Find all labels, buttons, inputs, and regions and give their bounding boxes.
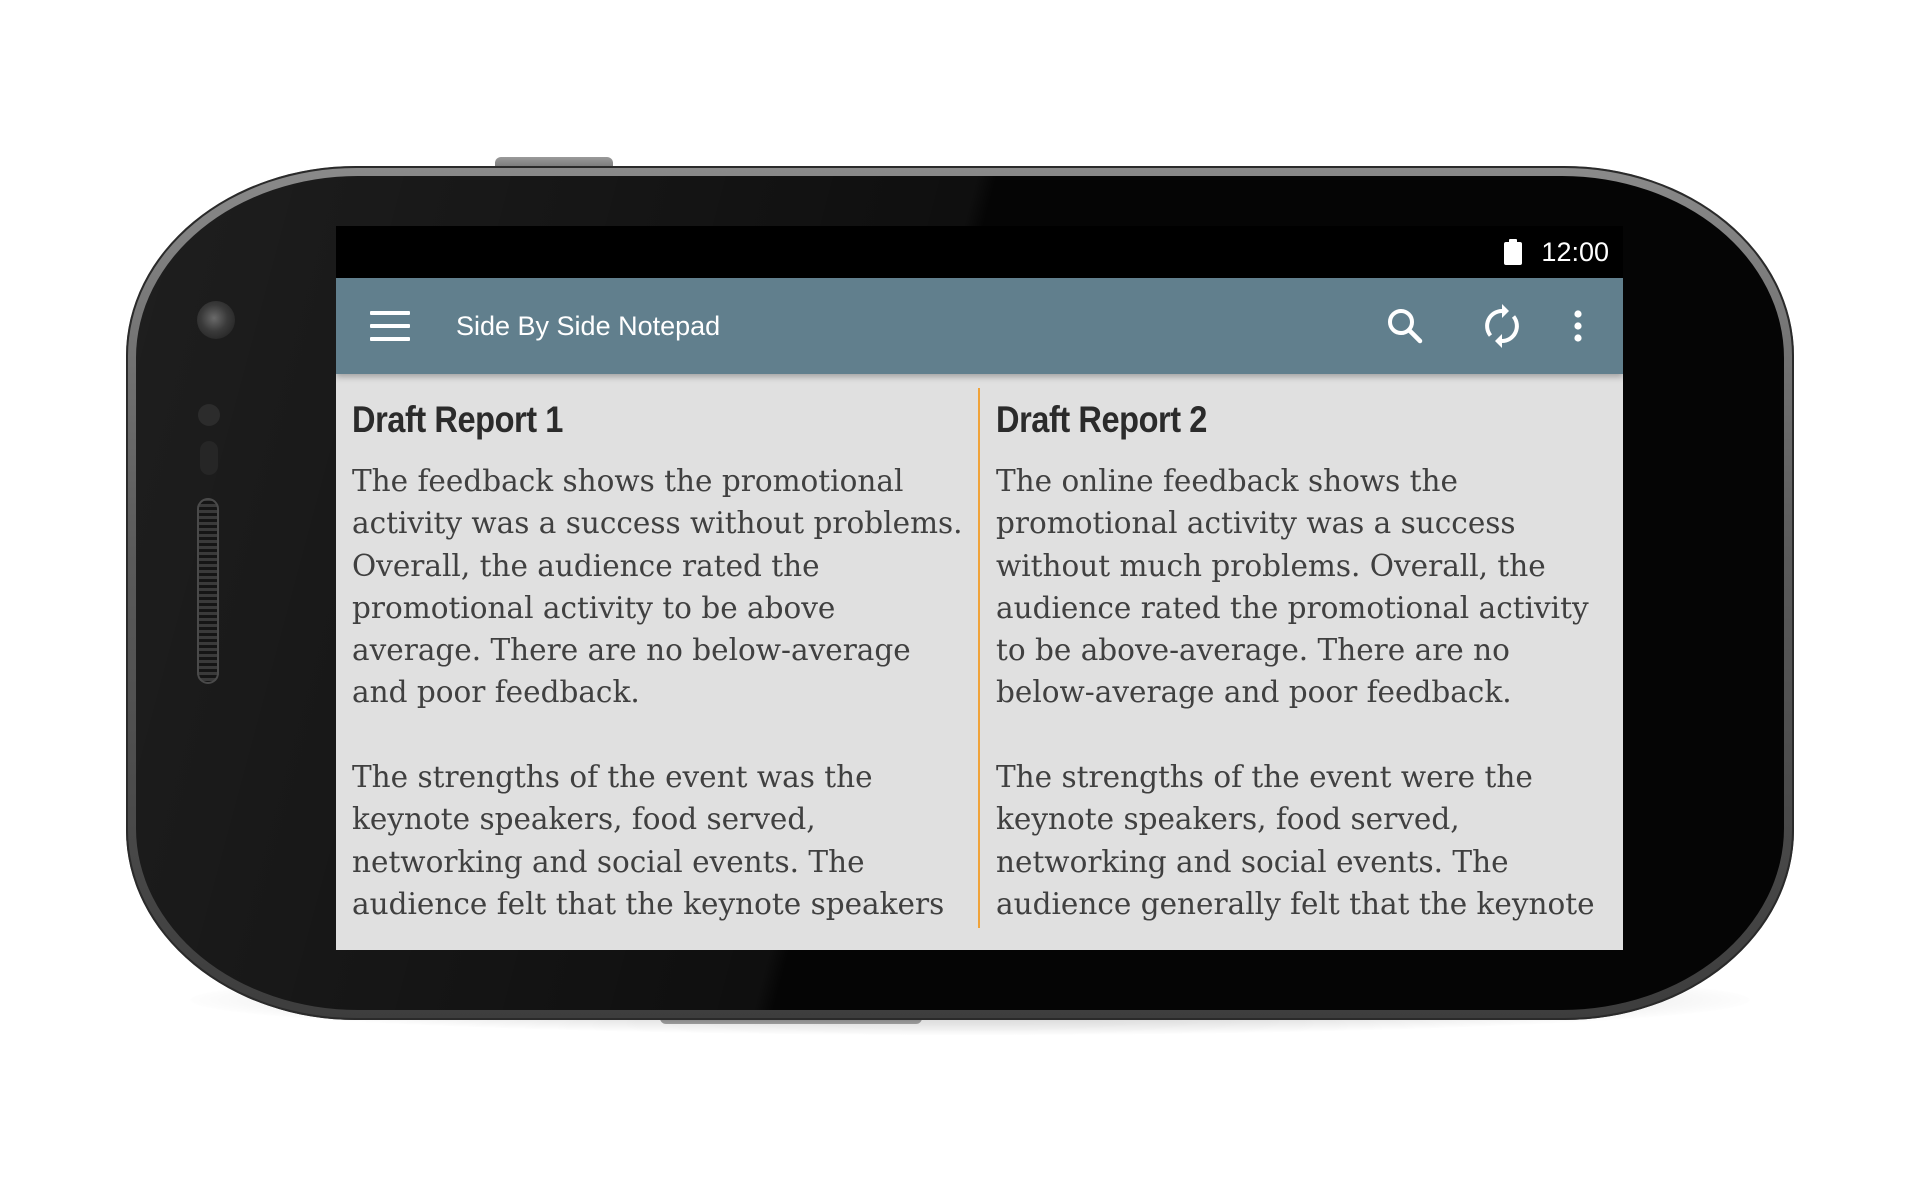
note-pane-left[interactable]: Draft Report 1 The feedback shows the pr…	[352, 374, 972, 950]
earpiece-speaker	[197, 498, 219, 684]
note-body[interactable]: The feedback shows the promotional activ…	[352, 460, 964, 925]
more-vert-icon[interactable]	[1554, 302, 1602, 350]
front-camera	[197, 301, 235, 339]
light-sensor	[200, 441, 218, 475]
search-icon[interactable]	[1381, 302, 1429, 350]
battery-full-icon	[1504, 239, 1522, 265]
sync-icon[interactable]	[1478, 302, 1526, 350]
pane-divider[interactable]	[978, 388, 980, 928]
note-title: Draft Report 1	[352, 399, 563, 440]
app-title: Side By Side Notepad	[456, 311, 721, 341]
app-bar: Side By Side Notepad	[336, 278, 1623, 374]
status-bar: 12:00	[336, 226, 1623, 278]
notes-content: Draft Report 1 The feedback shows the pr…	[336, 374, 1623, 950]
note-pane-right[interactable]: Draft Report 2 The online feedback shows…	[996, 374, 1616, 950]
note-title: Draft Report 2	[996, 399, 1207, 440]
note-body[interactable]: The online feedback shows the promotiona…	[996, 460, 1608, 925]
device-screen: 12:00 Side By Side Notepad Draft Report …	[336, 226, 1623, 950]
proximity-sensor	[198, 404, 220, 426]
hamburger-menu-icon[interactable]	[370, 311, 410, 341]
status-time: 12:00	[1541, 237, 1609, 267]
